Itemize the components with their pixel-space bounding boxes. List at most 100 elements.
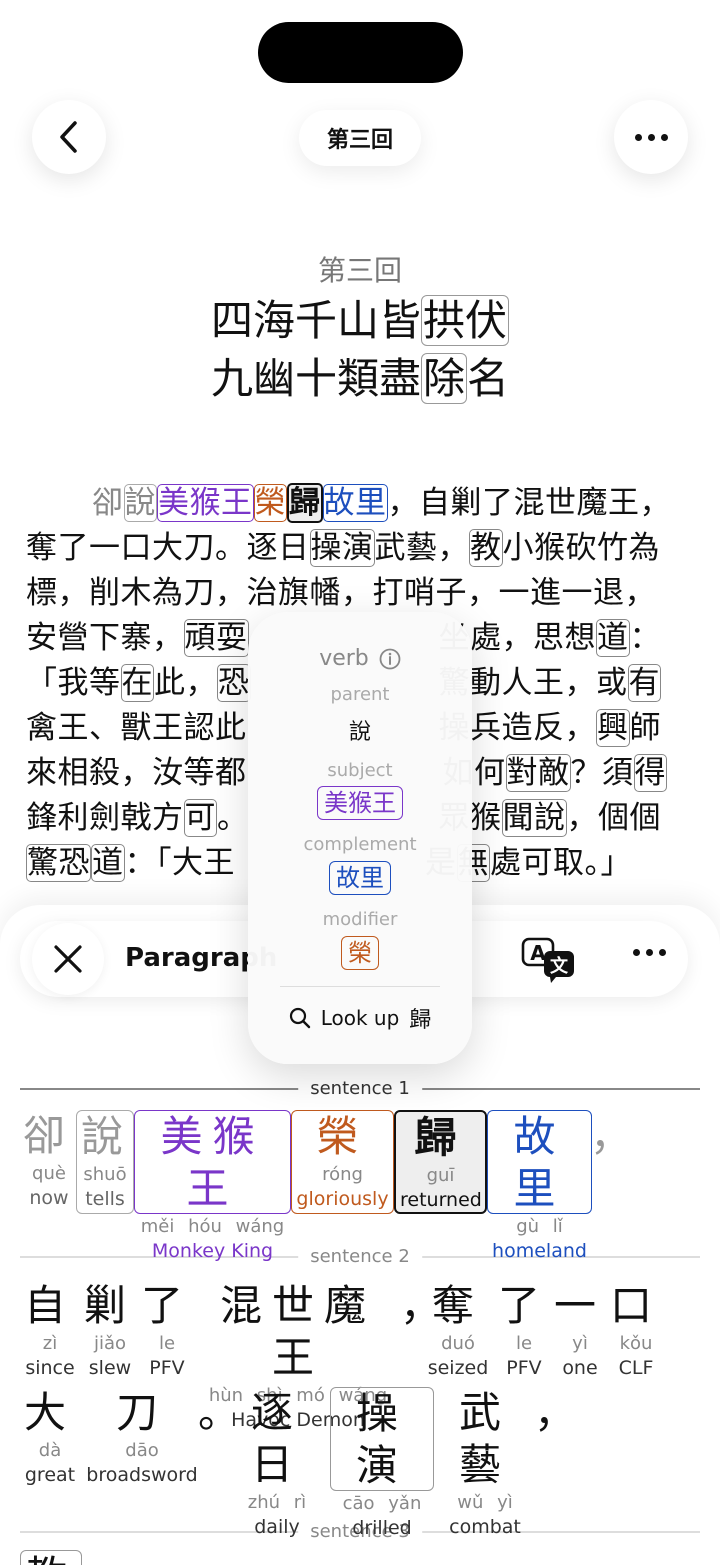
word[interactable]: 興 bbox=[596, 709, 630, 747]
dynamic-island bbox=[258, 22, 463, 83]
punctuation[interactable]: 。 bbox=[198, 1387, 240, 1439]
info-icon[interactable] bbox=[379, 648, 401, 670]
token-pinyin: zhú rì bbox=[247, 1492, 307, 1513]
subject-label: subject bbox=[327, 760, 393, 781]
word[interactable]: ，自剿了混世魔王， bbox=[388, 485, 672, 521]
modifier-value[interactable]: 榮 bbox=[341, 936, 379, 970]
token[interactable]: 美猴王 měi hóu wáng Monkey King bbox=[134, 1110, 291, 1262]
token[interactable]: 刀 dāo broadsword bbox=[84, 1387, 200, 1487]
token-hanzi: ， bbox=[534, 1388, 587, 1437]
word-selected[interactable]: 歸 bbox=[287, 483, 323, 523]
token-gloss: daily bbox=[254, 1516, 300, 1538]
subject-row: 美猴王 bbox=[248, 786, 472, 820]
translate-icon: A 文 bbox=[521, 937, 574, 983]
word[interactable]: 聞說 bbox=[501, 799, 567, 837]
token-hanzi: 武藝 bbox=[458, 1388, 511, 1489]
word[interactable]: ，個個 bbox=[567, 800, 662, 836]
punctuation[interactable]: ， bbox=[400, 1280, 442, 1332]
token[interactable]: 武藝 wǔ yì combat bbox=[436, 1387, 534, 1539]
word[interactable]: 安營下寨， bbox=[26, 620, 184, 656]
token-hanzi: 大 bbox=[23, 1388, 76, 1437]
token[interactable]: 說 shuō tells bbox=[76, 1110, 134, 1214]
word[interactable]: 得 bbox=[633, 754, 667, 792]
token[interactable]: 自 zì since bbox=[20, 1280, 80, 1380]
word[interactable]: 對敵 bbox=[505, 754, 571, 792]
parent-value[interactable]: 說 bbox=[248, 714, 472, 746]
word[interactable]: 武藝， bbox=[375, 530, 470, 566]
word[interactable]: 驚恐 bbox=[26, 844, 91, 882]
back-button[interactable] bbox=[32, 100, 106, 174]
more-options-button[interactable] bbox=[614, 100, 688, 174]
word[interactable]: 操演 bbox=[309, 529, 375, 567]
word-modifier[interactable]: 榮 bbox=[253, 484, 287, 522]
word[interactable]: 禽王、獸王認此 bbox=[26, 710, 247, 746]
chapter-title-pill[interactable]: 第三回 bbox=[299, 110, 421, 166]
word[interactable]: 教 bbox=[469, 529, 503, 567]
token[interactable]: 奪 duó seized bbox=[422, 1280, 494, 1380]
close-button[interactable] bbox=[32, 923, 104, 995]
word[interactable]: 卻 bbox=[92, 485, 124, 521]
token-gloss: gloriously bbox=[296, 1188, 389, 1210]
word[interactable]: ： bbox=[630, 620, 662, 656]
word[interactable]: 。 bbox=[217, 800, 249, 836]
word[interactable]: 處可取。」 bbox=[490, 845, 632, 881]
word-complement[interactable]: 故里 bbox=[322, 484, 388, 522]
token-pinyin: kǒu bbox=[619, 1333, 653, 1354]
lookup-button[interactable]: Look up 歸 bbox=[248, 1002, 472, 1034]
word[interactable]: 可 bbox=[183, 799, 217, 837]
word-subject[interactable]: 美猴王 bbox=[157, 484, 254, 522]
title-word[interactable]: 拱伏 bbox=[421, 295, 510, 346]
token-hanzi: 刀 bbox=[115, 1388, 168, 1437]
token[interactable]: 逐日 zhú rì daily bbox=[232, 1387, 322, 1539]
token[interactable]: 大 dà great bbox=[20, 1387, 80, 1487]
word[interactable]: 鋒利劍戟方 bbox=[26, 800, 184, 836]
punctuation[interactable]: ， bbox=[534, 1387, 587, 1439]
word[interactable]: 奪了一口大刀。逐日 bbox=[26, 530, 310, 566]
token[interactable]: 教 bbox=[20, 1550, 83, 1565]
token[interactable]: 故里 gù lǐ homeland bbox=[487, 1110, 592, 1262]
word[interactable]: 師 bbox=[630, 710, 662, 746]
token[interactable]: 榮 róng gloriously bbox=[291, 1110, 394, 1214]
word[interactable]: 恐 bbox=[217, 664, 251, 702]
token[interactable]: 了 le PFV bbox=[494, 1280, 554, 1380]
word[interactable]: ：「大王 bbox=[125, 845, 236, 881]
word[interactable]: 在 bbox=[120, 664, 154, 702]
translate-button[interactable]: A 文 bbox=[520, 935, 580, 983]
token[interactable]: 卻 què now bbox=[20, 1110, 78, 1210]
search-icon bbox=[289, 1007, 310, 1029]
title-text[interactable]: 九幽十類盡 bbox=[211, 354, 421, 403]
subject-value[interactable]: 美猴王 bbox=[317, 786, 403, 820]
token[interactable]: 了 le PFV bbox=[138, 1280, 196, 1380]
token-pinyin: cāo yǎn bbox=[342, 1493, 422, 1514]
word[interactable]: 來相殺，汝等都 bbox=[26, 755, 247, 791]
token[interactable]: 一 yì one bbox=[554, 1280, 606, 1380]
word[interactable]: 說 bbox=[123, 484, 157, 522]
word[interactable]: 此， bbox=[154, 665, 217, 701]
token-gloss: PFV bbox=[506, 1357, 542, 1379]
token[interactable]: 操演 cāo yǎn drilled bbox=[330, 1387, 434, 1539]
word[interactable]: 有 bbox=[627, 664, 661, 702]
token-hanzi: 美猴王 bbox=[160, 1112, 265, 1213]
sheet-more-icon[interactable] bbox=[633, 949, 666, 956]
complement-label: complement bbox=[303, 834, 417, 855]
title-word[interactable]: 除 bbox=[420, 353, 467, 404]
word[interactable]: ？須 bbox=[571, 755, 634, 791]
token[interactable]: 剿 jiǎo slew bbox=[82, 1280, 138, 1380]
word[interactable]: 小猴砍竹為 bbox=[503, 530, 661, 566]
token[interactable]: 歸 guī returned bbox=[394, 1110, 487, 1214]
word[interactable]: 「我等 bbox=[26, 665, 121, 701]
token-hanzi: 卻 bbox=[22, 1111, 75, 1160]
modifier-label: modifier bbox=[322, 909, 398, 930]
token-pinyin: le bbox=[158, 1333, 176, 1354]
token[interactable]: 口 kǒu CLF bbox=[606, 1280, 666, 1380]
lookup-char: 歸 bbox=[409, 1008, 432, 1033]
word[interactable]: 道 bbox=[91, 844, 125, 882]
token-hanzi: 榮 bbox=[316, 1112, 369, 1161]
word[interactable]: 道 bbox=[596, 619, 630, 657]
punctuation[interactable]: ， bbox=[590, 1110, 632, 1162]
word[interactable]: 頑耍 bbox=[183, 619, 249, 657]
title-text[interactable]: 名 bbox=[467, 354, 509, 403]
complement-value[interactable]: 故里 bbox=[329, 861, 391, 895]
title-text[interactable]: 四海千山皆 bbox=[211, 296, 421, 345]
paragraph-line[interactable]: 標，削木為刀，治旗幡，打哨子，一進一退， bbox=[26, 571, 698, 616]
